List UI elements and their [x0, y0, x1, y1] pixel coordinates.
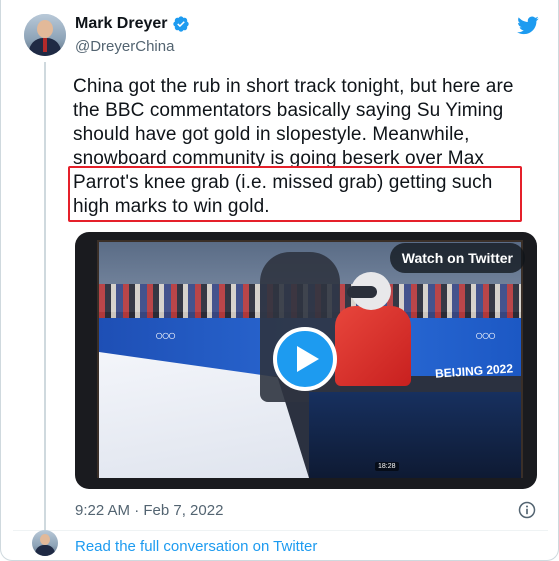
tweet-text-line: snowboard community is going beserk over…	[73, 148, 484, 169]
watch-on-twitter-button[interactable]: Watch on Twitter	[389, 243, 525, 273]
video-timecode: 18:28	[375, 462, 399, 471]
play-icon	[296, 346, 319, 372]
author-handle[interactable]: @DreyerChina	[75, 38, 174, 55]
author-display-name[interactable]: Mark Dreyer	[75, 15, 168, 33]
verified-badge-icon	[172, 16, 189, 32]
tweet-card: Mark Dreyer @DreyerChina China got the r…	[0, 0, 559, 561]
twitter-bird-icon[interactable]	[515, 14, 541, 36]
author-name-row[interactable]: Mark Dreyer	[75, 15, 190, 33]
tweet-text: China got the rub in short track tonight…	[73, 75, 543, 219]
video-thumbnail[interactable]: ○○○ ○○○ ○○○ BEIJING 2022 18:28 Watch on …	[75, 232, 537, 489]
tweet-timestamp[interactable]: 9:22 AM · Feb 7, 2022	[75, 502, 223, 519]
play-button[interactable]	[273, 327, 337, 391]
tweet-text-line: Parrot's knee grab (i.e. missed grab) ge…	[73, 172, 493, 193]
info-icon[interactable]	[517, 500, 537, 520]
footer-avatar[interactable]	[32, 530, 58, 556]
thread-line	[44, 62, 46, 532]
divider	[13, 530, 548, 531]
tweet-text-line: the BBC commentators basically saying Su…	[73, 100, 504, 121]
tweet-text-line: high marks to win gold.	[73, 196, 270, 217]
tweet-text-line: China got the rub in short track tonight…	[73, 76, 514, 97]
author-avatar[interactable]	[24, 14, 66, 56]
tweet-text-line: should have got gold in slopestyle. Mean…	[73, 124, 470, 145]
read-full-conversation-link[interactable]: Read the full conversation on Twitter	[75, 538, 317, 555]
